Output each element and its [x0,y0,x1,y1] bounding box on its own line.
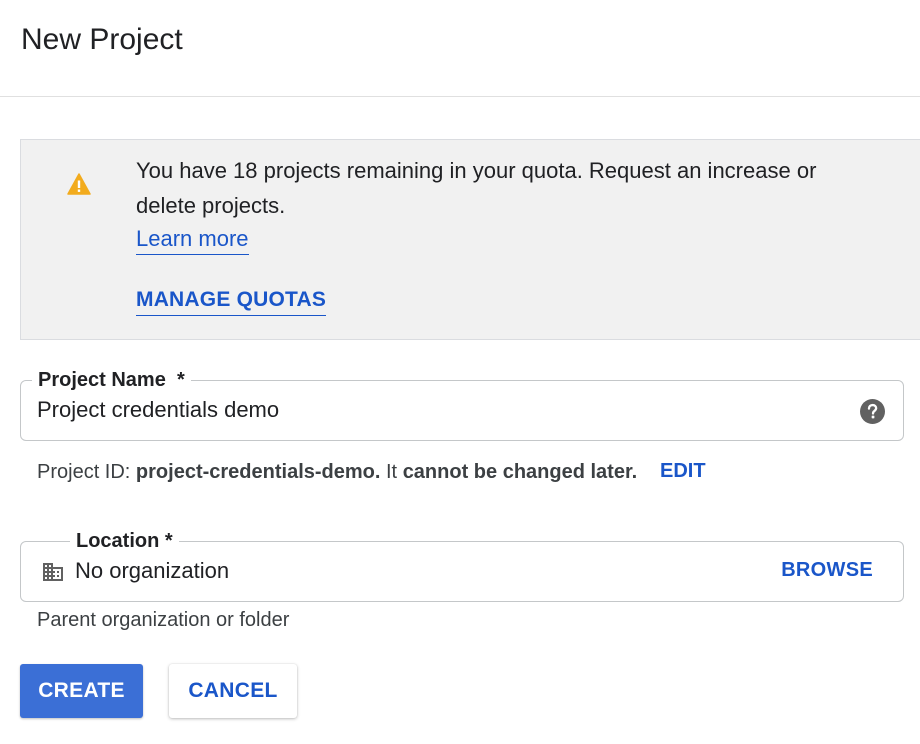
quota-message: You have 18 projects remaining in your q… [136,158,817,218]
location-field[interactable]: Location * No organization BROWSE [20,529,904,602]
create-button[interactable]: CREATE [20,664,143,718]
learn-more-link[interactable]: Learn more [136,224,249,255]
title-divider [0,96,920,97]
project-id-text: Project ID: project-credentials-demo. It… [37,461,638,483]
manage-quotas-link[interactable]: MANAGE QUOTAS [136,285,327,316]
page-title: New Project [21,23,183,56]
building-icon [43,563,63,581]
location-hint: Parent organization or folder [37,609,290,631]
browse-button[interactable]: BROWSE [781,556,873,584]
project-name-label: Project Name * [32,368,191,392]
quota-notice: You have 18 projects remaining in your q… [20,139,920,340]
project-name-field[interactable]: Project Name * Project credentials demo [20,368,904,441]
help-icon[interactable] [860,399,885,424]
location-value: No organization [75,558,230,583]
project-name-input[interactable]: Project credentials demo [37,395,279,425]
cancel-button[interactable]: CANCEL [169,664,297,718]
edit-project-id-button[interactable]: EDIT [660,457,706,485]
location-label: Location * [70,529,179,553]
warning-icon [67,173,91,195]
